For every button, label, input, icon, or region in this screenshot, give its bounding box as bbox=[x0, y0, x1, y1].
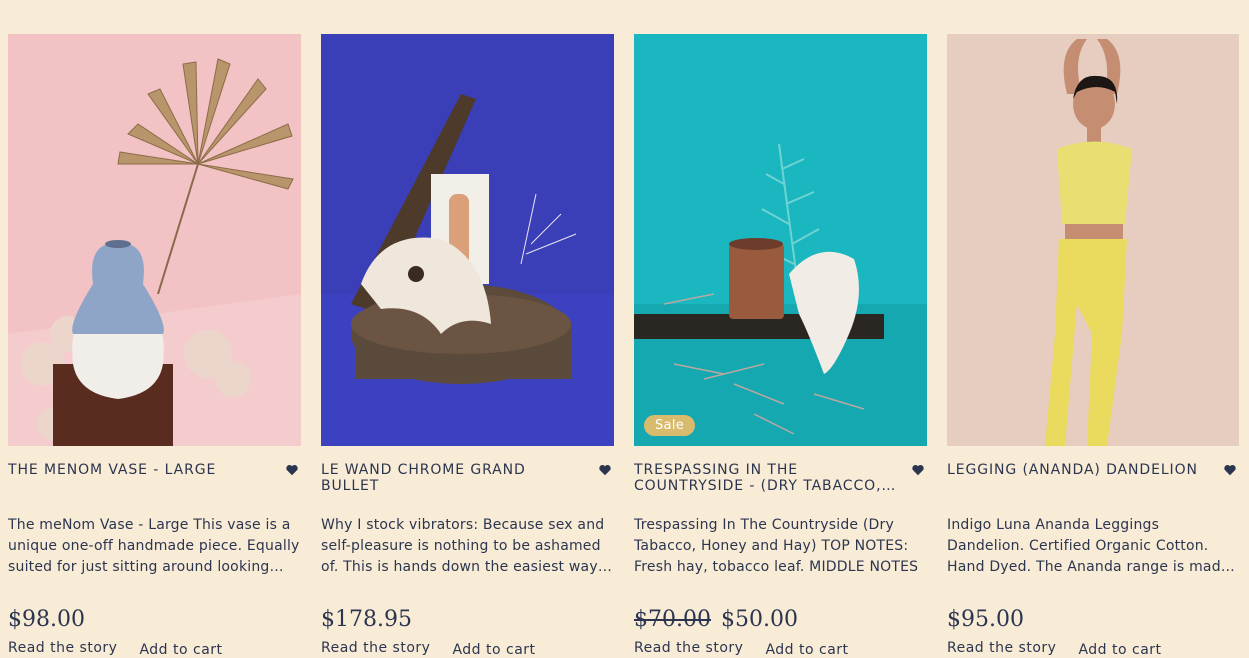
product-description: Why I stock vibrators: Because sex and s… bbox=[321, 517, 605, 575]
read-story-link[interactable]: Read the story bbox=[947, 640, 1056, 658]
read-story-link[interactable]: Read the story bbox=[8, 640, 117, 658]
heart-icon[interactable] bbox=[911, 463, 925, 477]
product-card: LEGGING (ANANDA) DANDELION Indigo Luna A… bbox=[947, 34, 1239, 658]
product-actions: Read the story Add to cart bbox=[321, 640, 614, 658]
product-image-wand[interactable] bbox=[321, 34, 614, 446]
heart-icon[interactable] bbox=[598, 463, 612, 477]
sale-badge: Sale bbox=[644, 415, 696, 436]
product-description: Indigo Luna Ananda Leggings Dandelion. C… bbox=[947, 517, 1230, 575]
price-row: $95.00 bbox=[947, 606, 1239, 632]
product-card: Sale TRESPASSING IN THE COUNTRYSIDE - (D… bbox=[634, 34, 927, 658]
product-image-candle[interactable]: Sale bbox=[634, 34, 927, 446]
price-row: $178.95 bbox=[321, 606, 614, 632]
add-to-cart-button[interactable]: Add to cart bbox=[765, 642, 848, 658]
product-grid: THE MENOM VASE - LARGE The meNom Vase - … bbox=[8, 34, 1239, 658]
product-title[interactable]: LEGGING (ANANDA) DANDELION bbox=[947, 462, 1215, 478]
product-actions: Read the story Add to cart bbox=[8, 640, 301, 658]
product-price: $95.00 bbox=[947, 606, 1024, 632]
read-story-link[interactable]: Read the story bbox=[321, 640, 430, 658]
price-row: $98.00 bbox=[8, 606, 301, 632]
add-to-cart-button[interactable]: Add to cart bbox=[1078, 642, 1161, 658]
product-description: Trespassing In The Countryside (Dry Taba… bbox=[634, 517, 919, 575]
product-price: $50.00 bbox=[720, 606, 798, 632]
add-to-cart-button[interactable]: Add to cart bbox=[452, 642, 535, 658]
product-image-legging[interactable] bbox=[947, 34, 1239, 446]
read-story-link[interactable]: Read the story bbox=[634, 640, 743, 658]
price-row: $70.00 $50.00 bbox=[634, 606, 927, 632]
product-card: LE WAND CHROME GRAND BULLET Why I stock … bbox=[321, 34, 614, 658]
original-price: $70.00 bbox=[634, 606, 711, 632]
product-card: THE MENOM VASE - LARGE The meNom Vase - … bbox=[8, 34, 301, 658]
product-actions: Read the story Add to cart bbox=[634, 640, 927, 658]
heart-icon[interactable] bbox=[285, 463, 299, 477]
add-to-cart-button[interactable]: Add to cart bbox=[139, 642, 222, 658]
product-title[interactable]: LE WAND CHROME GRAND BULLET bbox=[321, 462, 589, 494]
product-description: The meNom Vase - Large This vase is a un… bbox=[8, 517, 300, 575]
heart-icon[interactable] bbox=[1223, 463, 1237, 477]
product-price: $98.00 bbox=[8, 606, 85, 632]
product-title[interactable]: THE MENOM VASE - LARGE bbox=[8, 462, 276, 478]
product-actions: Read the story Add to cart bbox=[947, 640, 1239, 658]
product-image-vase[interactable] bbox=[8, 34, 301, 446]
product-price: $178.95 bbox=[321, 606, 412, 632]
product-title[interactable]: TRESPASSING IN THE COUNTRYSIDE - (DRY TA… bbox=[634, 462, 902, 494]
